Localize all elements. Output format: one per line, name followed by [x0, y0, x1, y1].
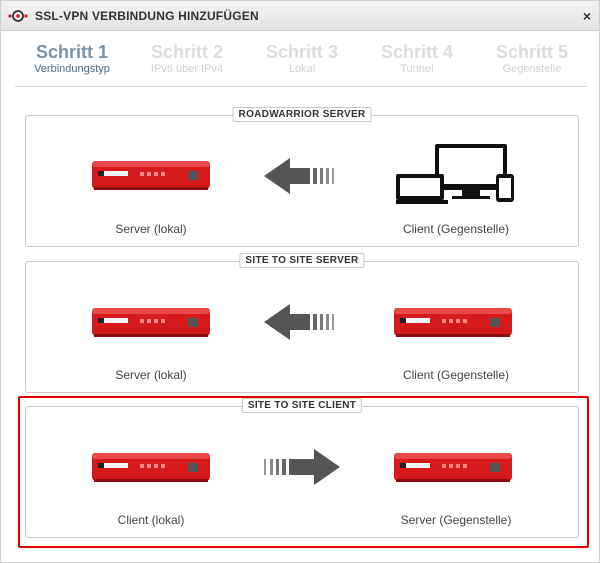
step-subtitle: Lokal [288, 63, 316, 75]
router-icon [394, 308, 512, 337]
step-title: Schritt 3 [265, 42, 339, 62]
router-icon [92, 308, 210, 337]
option-site-to-site-client[interactable]: SITE TO SITE CLIENT Client (lokal) Serve… [25, 398, 579, 538]
title-bar: SSL-VPN VERBINDUNG HINZUFÜGEN × [1, 1, 599, 31]
right-caption: Client (Gegenstelle) [402, 222, 510, 236]
step-5[interactable]: Schritt 5 Gegenstelle [475, 41, 589, 75]
step-3[interactable]: Schritt 3 Lokal [245, 41, 359, 75]
option-label: SITE TO SITE SERVER [239, 253, 365, 268]
option-label: SITE TO SITE CLIENT [241, 398, 363, 413]
close-icon[interactable]: × [583, 8, 591, 24]
client-devices-icon [396, 144, 514, 204]
dialog-title: SSL-VPN VERBINDUNG HINZUFÜGEN [35, 9, 259, 23]
router-icon [92, 161, 210, 190]
step-2[interactable]: Schritt 2 IPv6 über IPv4 [130, 41, 244, 75]
option-label: ROADWARRIOR SERVER [232, 107, 372, 122]
step-title: Schritt 1 [35, 42, 109, 62]
step-4[interactable]: Schritt 4 Tunnel [360, 41, 474, 75]
option-site-to-site-server[interactable]: SITE TO SITE SERVER Server (lokal) Clien… [25, 253, 579, 393]
router-icon [394, 453, 512, 482]
step-subtitle: Tunnel [400, 63, 434, 75]
left-caption: Server (lokal) [115, 222, 187, 236]
left-caption: Client (lokal) [117, 513, 185, 527]
step-subtitle: Verbindungstyp [34, 63, 110, 75]
ssl-vpn-dialog: SSL-VPN VERBINDUNG HINZUFÜGEN × Schritt … [0, 0, 600, 563]
step-subtitle: IPv6 über IPv4 [150, 63, 224, 75]
step-title: Schritt 4 [380, 42, 454, 62]
wizard-steps: Schritt 1 Verbindungstyp Schritt 2 IPv6 … [15, 41, 587, 87]
vpn-logo-icon [8, 10, 28, 22]
option-roadwarrior-server[interactable]: ROADWARRIOR SERVER Server (lokal) Client… [25, 107, 579, 247]
right-caption: Server (Gegenstelle) [400, 513, 512, 527]
arrow-right-icon [264, 449, 340, 485]
step-subtitle: Gegenstelle [502, 63, 562, 75]
router-icon [92, 453, 210, 482]
right-caption: Client (Gegenstelle) [402, 368, 510, 382]
arrow-left-icon [264, 158, 334, 194]
arrow-left-icon [264, 304, 334, 340]
step-1[interactable]: Schritt 1 Verbindungstyp [15, 41, 129, 75]
left-caption: Server (lokal) [115, 368, 187, 382]
step-title: Schritt 2 [150, 42, 224, 62]
step-title: Schritt 5 [495, 42, 569, 62]
